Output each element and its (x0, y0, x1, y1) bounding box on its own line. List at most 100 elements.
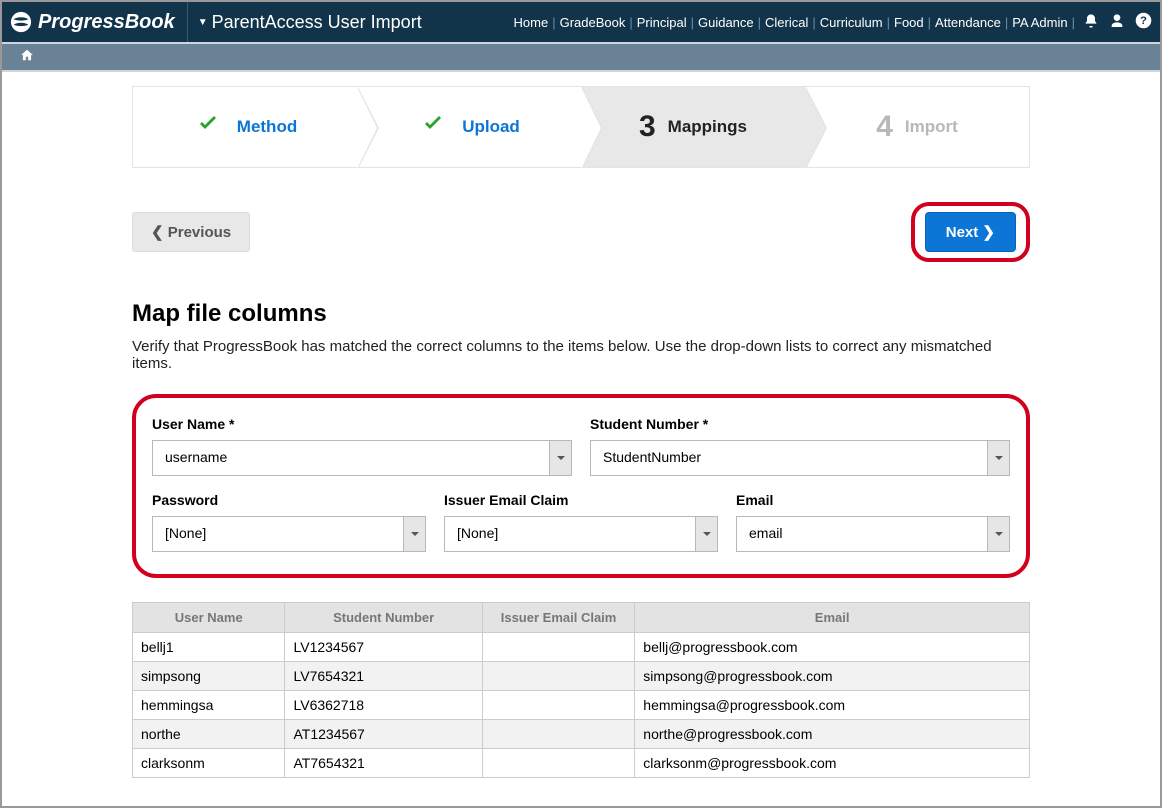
nav-home[interactable]: Home (514, 15, 549, 30)
step-import: 4 Import (805, 87, 1029, 167)
password-label: Password (152, 492, 426, 508)
next-label: Next (946, 224, 979, 241)
section-title: Map file columns (132, 300, 1030, 328)
caret-down-icon: ▼ (198, 17, 208, 28)
brand-text: ProgressBook (38, 11, 175, 34)
nav-curriculum[interactable]: Curriculum (820, 15, 883, 30)
preview-table: User Name Student Number Issuer Email Cl… (132, 602, 1030, 778)
issuer-label: Issuer Email Claim (444, 492, 718, 508)
table-cell (482, 633, 634, 662)
password-value: [None] (153, 517, 403, 551)
table-row: clarksonmAT7654321 clarksonm@progressbook… (133, 749, 1030, 778)
next-button[interactable]: Next ❯ (925, 212, 1016, 252)
dropdown-button[interactable] (987, 441, 1009, 475)
table-cell: hemmingsa (133, 691, 285, 720)
field-email: Email email (736, 492, 1010, 552)
nav-pa-admin[interactable]: PA Admin (1012, 15, 1067, 30)
previous-button[interactable]: ❮ Previous (132, 212, 250, 252)
help-icon[interactable]: ? (1135, 12, 1152, 32)
nav-attendance[interactable]: Attendance (935, 15, 1001, 30)
username-select[interactable]: username (152, 440, 572, 476)
table-row: simpsongLV7654321 simpsong@progressbook.c… (133, 662, 1030, 691)
table-cell: clarksonm@progressbook.com (635, 749, 1030, 778)
top-bar: ProgressBook ▼ ParentAccess User Import … (2, 2, 1160, 42)
issuer-select[interactable]: [None] (444, 516, 718, 552)
field-username: User Name * username (152, 416, 572, 476)
step-number: 4 (876, 110, 893, 144)
check-icon (418, 110, 448, 144)
table-header-row: User Name Student Number Issuer Email Cl… (133, 603, 1030, 633)
brand-logo[interactable]: ProgressBook (10, 2, 188, 42)
dropdown-button[interactable] (549, 441, 571, 475)
section-help-text: Verify that ProgressBook has matched the… (132, 338, 1030, 372)
dropdown-button[interactable] (695, 517, 717, 551)
issuer-value: [None] (445, 517, 695, 551)
th-username: User Name (133, 603, 285, 633)
step-upload[interactable]: Upload (357, 87, 581, 167)
previous-label: Previous (168, 224, 231, 241)
table-cell: bellj@progressbook.com (635, 633, 1030, 662)
field-issuer-email: Issuer Email Claim [None] (444, 492, 718, 552)
table-cell: bellj1 (133, 633, 285, 662)
field-password: Password [None] (152, 492, 426, 552)
username-value: username (153, 441, 549, 475)
chevron-right-icon: ❯ (982, 224, 995, 241)
bell-icon[interactable] (1083, 13, 1099, 32)
th-issuer: Issuer Email Claim (482, 603, 634, 633)
brand-icon (10, 11, 32, 33)
home-icon[interactable] (20, 48, 34, 67)
studentnumber-select[interactable]: StudentNumber (590, 440, 1010, 476)
email-select[interactable]: email (736, 516, 1010, 552)
nav-guidance[interactable]: Guidance (698, 15, 754, 30)
studentnumber-label: Student Number * (590, 416, 1010, 432)
step-import-label: Import (905, 117, 958, 137)
field-studentnumber: Student Number * StudentNumber (590, 416, 1010, 476)
table-cell: LV1234567 (285, 633, 482, 662)
nav-principal[interactable]: Principal (637, 15, 687, 30)
nav-food[interactable]: Food (894, 15, 924, 30)
table-cell: clarksonm (133, 749, 285, 778)
table-cell: LV7654321 (285, 662, 482, 691)
next-button-highlight: Next ❯ (911, 202, 1030, 262)
table-cell: simpsong@progressbook.com (635, 662, 1030, 691)
step-mappings-label: Mappings (668, 117, 747, 137)
username-label: User Name * (152, 416, 572, 432)
step-method-label: Method (237, 117, 297, 137)
user-icon[interactable] (1109, 13, 1125, 32)
dropdown-button[interactable] (403, 517, 425, 551)
table-cell: northe@progressbook.com (635, 720, 1030, 749)
dropdown-button[interactable] (987, 517, 1009, 551)
step-number: 3 (639, 110, 656, 144)
table-cell: LV6362718 (285, 691, 482, 720)
table-cell (482, 720, 634, 749)
table-cell: AT1234567 (285, 720, 482, 749)
check-icon (193, 110, 223, 144)
wizard-steps: Method Upload 3 Mappings 4 Import (132, 86, 1030, 168)
step-method[interactable]: Method (133, 87, 357, 167)
mapping-highlight-box: User Name * username Student Number * St… (132, 394, 1030, 578)
th-studentnumber: Student Number (285, 603, 482, 633)
table-cell: AT7654321 (285, 749, 482, 778)
svg-text:?: ? (1140, 15, 1147, 27)
breadcrumb-bar (2, 42, 1160, 72)
table-cell (482, 662, 634, 691)
th-email: Email (635, 603, 1030, 633)
step-mappings: 3 Mappings (581, 87, 805, 167)
table-row: bellj1LV1234567 bellj@progressbook.com (133, 633, 1030, 662)
table-cell: simpsong (133, 662, 285, 691)
email-label: Email (736, 492, 1010, 508)
table-cell (482, 691, 634, 720)
table-cell (482, 749, 634, 778)
studentnumber-value: StudentNumber (591, 441, 987, 475)
chevron-left-icon: ❮ (151, 224, 164, 241)
page-title-text: ParentAccess User Import (212, 12, 422, 33)
table-row: northeAT1234567northe@progressbook.com (133, 720, 1030, 749)
table-row: hemmingsaLV6362718hemmingsa@progressbook… (133, 691, 1030, 720)
email-value: email (737, 517, 987, 551)
step-upload-label: Upload (462, 117, 520, 137)
nav-gradebook[interactable]: GradeBook (560, 15, 626, 30)
nav-clerical[interactable]: Clerical (765, 15, 808, 30)
page-title-dropdown[interactable]: ▼ ParentAccess User Import (198, 12, 422, 33)
top-nav: Home| GradeBook| Principal| Guidance| Cl… (514, 15, 1076, 30)
password-select[interactable]: [None] (152, 516, 426, 552)
